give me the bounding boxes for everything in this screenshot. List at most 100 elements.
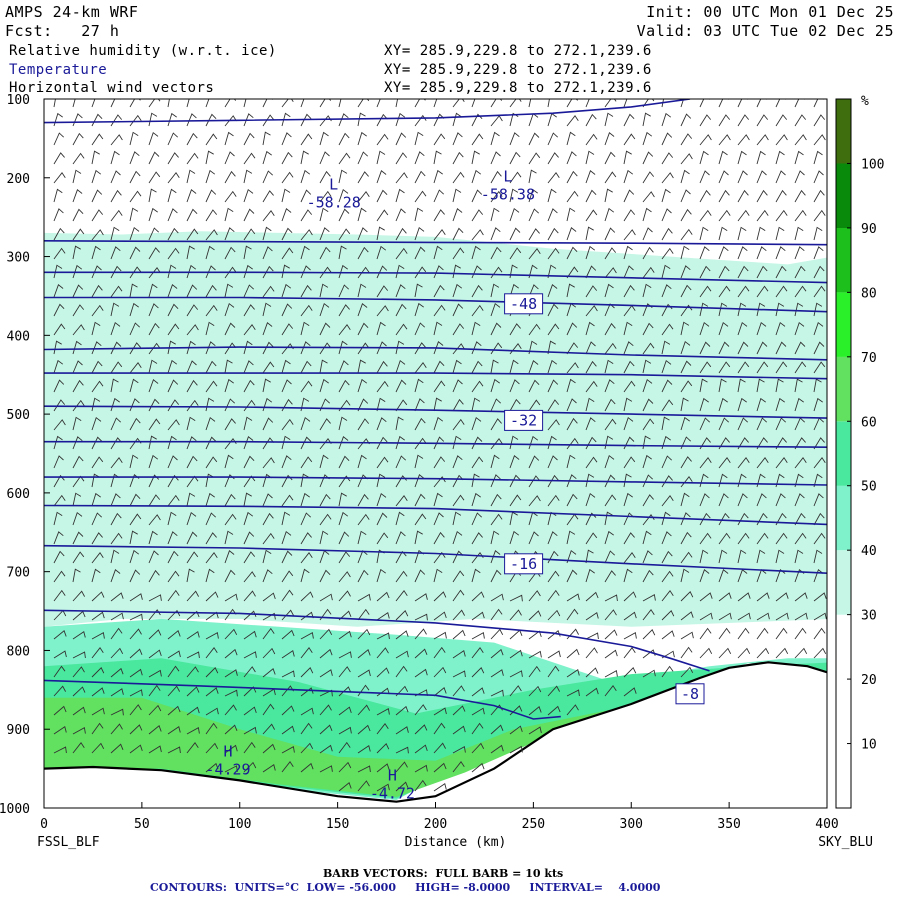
colorbar-tick-label: 90 [861,222,877,237]
wind-barb [718,134,731,146]
wind-barb [433,782,447,792]
wind-barb [623,647,636,659]
wind-barb [661,112,672,127]
wind-barb [72,189,83,203]
wind-barb [756,134,769,146]
wind-barb [775,209,788,222]
isotherm-m56 [44,99,691,124]
wind-barb [148,151,160,165]
wind-barb [243,152,256,165]
wind-barb [262,99,274,108]
wind-barb [737,170,748,184]
wind-barb [338,169,348,184]
wind-barb [300,209,313,222]
wind-barb [129,151,140,165]
wind-barb [433,631,447,640]
wind-barb [737,150,747,165]
wind-barb [813,627,826,640]
wind-barb [110,209,123,222]
colorbar-bin [836,743,851,808]
wind-barb [224,99,237,108]
wind-barb [813,209,826,222]
wind-barb [756,189,768,203]
wind-barb [699,209,712,222]
contour-label: -32 [510,411,537,429]
wind-barb [338,99,342,108]
plot-area: -48-32-16-8L-58.28L-58.38H-4.29 H-4.72 [44,99,827,808]
wind-barb [813,189,825,203]
colorbar-tick-label: 100 [861,157,884,172]
colorbar-tick-label: 60 [861,415,877,430]
wind-barb [737,134,750,146]
wind-barb [813,647,827,659]
wind-barb [300,150,309,165]
barb-legend: BARB VECTORS: FULL BARB = 10 kts [323,867,564,880]
wind-barb [794,189,806,203]
wind-barb [357,99,370,108]
wind-barb [604,188,613,203]
wind-barb [129,170,141,184]
wind-barb [186,169,196,184]
wind-barb [490,115,503,127]
wind-barb [433,133,446,146]
wind-barb [756,150,766,165]
wind-barb [756,226,766,241]
wind-barb [680,631,694,640]
wind-barb [623,113,635,127]
wind-barb [604,171,617,184]
y-tick-label: 600 [7,487,30,502]
wind-barb [566,115,579,127]
wind-barb [243,99,247,108]
wind-barb [509,207,520,222]
y-tick-label: 900 [7,723,30,738]
wind-barb [585,189,597,203]
contour-label: -8 [681,685,699,703]
wind-barb [490,170,502,184]
x-tick-label: 0 [40,817,48,832]
wind-barb [547,208,558,222]
wind-barb [661,227,673,241]
wind-barb [547,188,557,203]
wind-barb [72,208,84,222]
wind-barb [737,647,751,659]
wind-barb [680,133,693,146]
wind-barb [699,150,709,165]
wind-barb [718,99,730,108]
wind-barb [376,113,388,127]
wind-barb [414,190,427,203]
extremum-value: -4.29 [205,761,250,779]
wind-barb [813,134,826,146]
wind-barb [376,150,386,165]
wind-barb [395,112,406,127]
wind-barb [775,99,787,108]
wind-barb [319,115,332,127]
wind-barb [395,172,408,184]
wind-barb [414,131,424,146]
wind-barb [528,112,539,127]
wind-barb [72,169,82,184]
wind-barb [718,209,731,222]
wind-barb [737,627,750,640]
wind-barb [205,209,218,222]
wind-barb [433,209,445,222]
wind-barb [604,112,614,127]
wind-barb [794,627,807,640]
wind-barb [680,169,690,184]
end-station-label: SKY_BLU [818,835,873,850]
y-tick-label: 700 [7,566,30,581]
colorbar-bin [836,485,851,551]
wind-barb [661,132,673,146]
wind-barb [53,99,56,108]
wind-barb [680,646,693,659]
y-tick-label: 500 [7,408,30,423]
wind-barb [737,99,749,108]
wind-barb [813,170,824,184]
wind-barb [395,132,407,146]
wind-barb [281,188,291,203]
wind-barb [338,113,349,127]
wind-barb [642,112,651,127]
colorbar-tick-label: 20 [861,673,877,688]
wind-barb [509,151,521,165]
wind-barb [129,190,142,203]
wind-barb [718,150,728,165]
